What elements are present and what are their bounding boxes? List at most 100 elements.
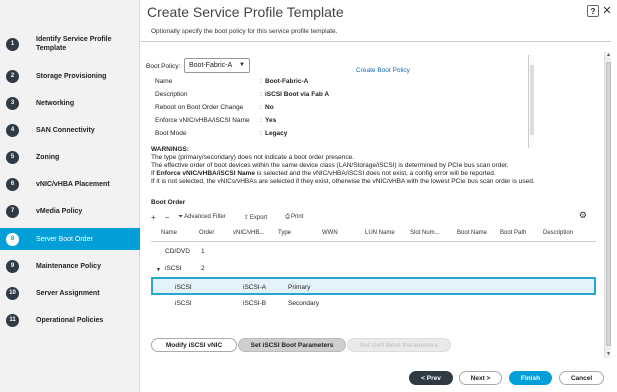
close-icon[interactable]: ✕	[601, 5, 613, 17]
warning-line: The effective order of boot devices with…	[151, 162, 509, 169]
boot-policy-select[interactable]: Boot-Fabric-A ▼	[184, 58, 250, 73]
filter-icon: ⏷	[178, 213, 184, 220]
property-value: Yes	[265, 117, 277, 124]
property-colon: :	[260, 78, 262, 85]
step-number: 2	[6, 69, 19, 83]
print-label: Print	[291, 213, 304, 220]
help-icon[interactable]: ?	[587, 5, 599, 17]
scroll-up-arrow-icon[interactable]: ▲	[605, 52, 612, 59]
warning-text: is selected and the vNIC/vHBA/iSCSI does…	[255, 170, 496, 177]
modify-iscsi-vnic-button[interactable]: Modify iSCSI vNIC	[151, 338, 237, 352]
warning-line: The type (primary/secondary) does not in…	[151, 154, 355, 161]
step-label: SAN Connectivity	[36, 126, 95, 134]
next-button[interactable]: Next >	[459, 371, 502, 385]
column-header[interactable]: WWN	[322, 230, 338, 236]
column-header[interactable]: vNIC/vHB...	[233, 230, 264, 236]
step-label: Storage Provisioning	[36, 72, 107, 80]
print-button[interactable]: ⎙Print	[285, 214, 312, 221]
column-header[interactable]: LUN Name	[365, 230, 395, 236]
step-label: Identify Service Profile Template	[36, 36, 112, 52]
step-identify[interactable]: 1 Identify Service Profile Template	[0, 32, 140, 56]
export-button[interactable]: ⇪Export	[244, 214, 276, 221]
step-label: Maintenance Policy	[36, 262, 101, 270]
wizard-main: Create Service Profile Template ? ✕ Opti…	[141, 0, 617, 392]
gear-icon[interactable]: ⚙	[579, 210, 587, 221]
table-row[interactable]: CD/DVD 1	[151, 243, 596, 261]
caret-down-icon[interactable]: ▼	[156, 267, 161, 273]
step-number: 9	[6, 259, 19, 273]
step-networking[interactable]: 3 Networking	[0, 95, 140, 111]
column-header[interactable]: Type	[278, 230, 291, 236]
step-number: 6	[6, 177, 19, 191]
prev-button[interactable]: < Prev	[409, 371, 453, 385]
boot-order-toolbar: + − ⏷Advanced Filter ⇪Export ⎙Print ⚙	[151, 210, 596, 224]
table-row[interactable]: ▼ iSCSI 2	[151, 260, 596, 278]
print-icon: ⎙	[285, 213, 291, 220]
policy-details-scrollbar[interactable]	[528, 55, 534, 148]
property-colon: :	[260, 130, 262, 137]
step-label: Server Boot Order	[36, 235, 93, 243]
finish-button[interactable]: Finish	[509, 371, 552, 385]
column-header[interactable]: Boot Name	[457, 230, 487, 236]
step-label: Operational Policies	[36, 316, 104, 324]
table-header: Name Order vNIC/vHB... Type WWN LUN Name…	[151, 226, 596, 242]
set-iscsi-boot-params-button[interactable]: Set iSCSI Boot Parameters	[238, 338, 346, 352]
property-colon: :	[260, 117, 262, 124]
step-assignment[interactable]: 10 Server Assignment	[0, 285, 140, 301]
step-label: Networking	[36, 99, 75, 107]
step-san[interactable]: 4 SAN Connectivity	[0, 122, 140, 138]
wizard-sidebar: 1 Identify Service Profile Template 2 St…	[0, 0, 140, 392]
boot-policy-label: Boot Policy:	[146, 63, 181, 70]
step-number: 4	[6, 123, 19, 137]
step-maintenance[interactable]: 9 Maintenance Policy	[0, 258, 140, 274]
header-divider	[141, 41, 611, 42]
cell-type: Primary	[288, 284, 311, 291]
advanced-filter-button[interactable]: ⏷Advanced Filter	[178, 214, 235, 221]
step-storage[interactable]: 2 Storage Provisioning	[0, 68, 140, 84]
cell-vnic: iSCSI-A	[243, 284, 267, 291]
step-boot-order[interactable]: 8 Server Boot Order	[0, 228, 140, 250]
boot-order-title: Boot Order	[151, 199, 186, 206]
page-title: Create Service Profile Template	[147, 4, 344, 20]
main-scrollbar[interactable]: ▲ ▼	[604, 52, 611, 358]
warning-emphasis: Enforce vNIC/vHBA/iSCSI Name	[156, 170, 256, 177]
property-colon: :	[260, 91, 262, 98]
property-key: Boot Mode	[155, 130, 187, 137]
column-header[interactable]: Name	[161, 230, 177, 236]
property-key: Name	[155, 78, 173, 85]
advanced-filter-label: Advanced Filter	[184, 213, 226, 220]
boot-policy-value: Boot-Fabric-A	[189, 62, 233, 69]
scrollbar-thumb[interactable]	[530, 65, 534, 135]
column-header[interactable]: Description	[543, 230, 573, 236]
set-uefi-boot-params-button: Set Uefi Boot Parameters	[347, 338, 451, 352]
remove-icon[interactable]: −	[165, 213, 170, 222]
add-icon[interactable]: +	[151, 213, 156, 222]
scrollbar-thumb[interactable]	[606, 62, 611, 346]
step-operational[interactable]: 11 Operational Policies	[0, 312, 140, 328]
step-number: 3	[6, 96, 19, 110]
step-label: vNIC/vHBA Placement	[36, 180, 110, 188]
warnings-title: WARNINGS:	[151, 146, 189, 153]
step-placement[interactable]: 6 vNIC/vHBA Placement	[0, 176, 140, 192]
property-key: Reboot on Boot Order Change	[155, 104, 244, 111]
scroll-down-arrow-icon[interactable]: ▼	[605, 351, 612, 358]
step-vmedia[interactable]: 7 vMedia Policy	[0, 203, 140, 219]
step-number: 1	[6, 37, 19, 51]
table-row[interactable]: iSCSI iSCSI-B Secondary	[151, 295, 596, 313]
step-zoning[interactable]: 5 Zoning	[0, 149, 140, 165]
column-header[interactable]: Boot Path	[500, 230, 526, 236]
cancel-button[interactable]: Cancel	[559, 371, 604, 385]
property-value: Boot-Fabric-A	[265, 78, 309, 85]
step-number: 7	[6, 204, 19, 218]
table-row-selected[interactable]: iSCSI iSCSI-A Primary	[151, 277, 596, 295]
warnings-block: WARNINGS: The type (primary/secondary) d…	[151, 146, 535, 186]
column-header[interactable]: Order	[199, 230, 214, 236]
create-boot-policy-link[interactable]: Create Boot Policy	[356, 67, 410, 74]
column-header[interactable]: Slot Num...	[410, 230, 440, 236]
step-number: 5	[6, 150, 19, 164]
cell-name: iSCSI	[175, 284, 192, 291]
property-value: Legacy	[265, 130, 288, 137]
step-number: 10	[6, 286, 19, 300]
cell-type: Secondary	[288, 300, 320, 307]
cell-order: 1	[201, 248, 205, 255]
